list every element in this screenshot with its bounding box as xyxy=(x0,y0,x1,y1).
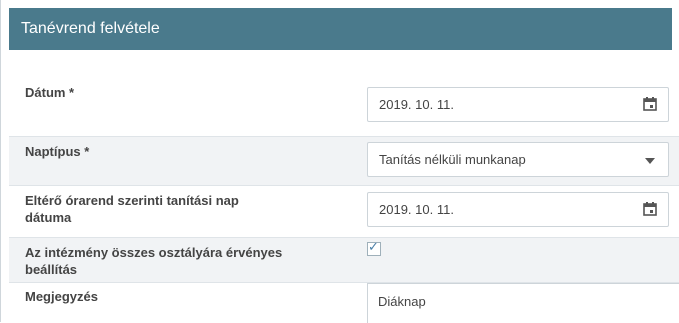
naptipus-label: Naptípus * xyxy=(25,144,90,159)
calendar-icon[interactable] xyxy=(642,201,658,217)
eltero-date-field[interactable]: 2019. 10. 11. xyxy=(367,192,669,227)
megjegyzes-row: Megjegyzés Diáknap xyxy=(9,283,679,323)
osszes-checkbox[interactable]: ✓ xyxy=(367,239,381,256)
eltero-row: Eltérő órarend szerinti tanítási nap dát… xyxy=(9,186,679,237)
naptipus-value: Tanítás nélküli munkanap xyxy=(379,152,526,167)
osszes-label: Az intézmény összes osztályára érvényes … xyxy=(25,244,282,278)
calendar-icon[interactable] xyxy=(642,96,658,112)
datum-label: Dátum * xyxy=(25,85,75,100)
megjegyzes-textarea[interactable]: Diáknap xyxy=(367,283,679,323)
datum-row: Dátum * 2019. 10. 11. xyxy=(9,50,679,136)
naptipus-select[interactable]: Tanítás nélküli munkanap xyxy=(367,142,669,177)
naptipus-row: Naptípus * Tanítás nélküli munkanap xyxy=(9,137,679,185)
eltero-label-line1: Eltérő órarend szerinti tanítási nap xyxy=(25,193,239,208)
panel-header: Tanévrend felvétele xyxy=(9,8,672,50)
chevron-down-icon[interactable] xyxy=(645,158,655,164)
datum-field[interactable]: 2019. 10. 11. xyxy=(367,87,669,122)
datum-value: 2019. 10. 11. xyxy=(379,97,454,112)
osszes-label-line1: Az intézmény összes osztályára érvényes xyxy=(25,245,283,260)
megjegyzes-label: Megjegyzés xyxy=(25,289,98,304)
panel-title: Tanévrend felvétele xyxy=(21,20,160,37)
checkmark-icon: ✓ xyxy=(368,239,379,254)
eltero-label-line2: dátuma xyxy=(25,210,72,225)
osszes-row: Az intézmény összes osztályára érvényes … xyxy=(9,238,679,282)
megjegyzes-value: Diáknap xyxy=(378,294,426,309)
eltero-label: Eltérő órarend szerinti tanítási nap dát… xyxy=(25,192,239,226)
eltero-value: 2019. 10. 11. xyxy=(379,202,454,217)
form-panel: Tanévrend felvétele Dátum * 2019. 10. 11… xyxy=(0,0,679,323)
osszes-label-line2: beállítás xyxy=(25,262,78,277)
